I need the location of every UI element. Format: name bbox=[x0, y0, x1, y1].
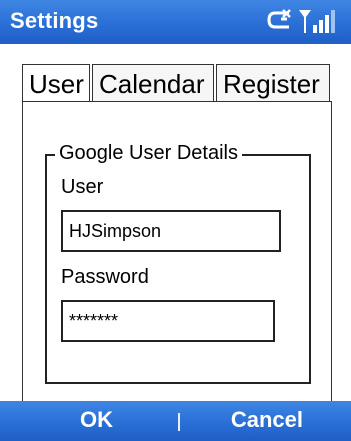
signal-strength-icon bbox=[299, 10, 335, 33]
status-icons bbox=[265, 7, 341, 37]
user-label: User bbox=[61, 176, 104, 198]
tab-strip: User Calendar Register bbox=[22, 64, 332, 102]
tab-register[interactable]: Register bbox=[216, 64, 330, 102]
tab-calendar[interactable]: Calendar bbox=[92, 64, 214, 102]
password-label: Password bbox=[61, 266, 149, 288]
tab-user[interactable]: User bbox=[22, 64, 90, 102]
google-user-details-group: Google User Details User HJSimpson Passw… bbox=[45, 142, 311, 384]
softkey-divider bbox=[178, 413, 180, 431]
user-input[interactable]: HJSimpson bbox=[61, 210, 281, 252]
ok-button[interactable]: OK bbox=[80, 407, 113, 433]
cancel-button[interactable]: Cancel bbox=[231, 407, 303, 433]
window-title: Settings bbox=[10, 8, 99, 33]
password-input[interactable]: ******* bbox=[61, 300, 275, 342]
group-title: Google User Details bbox=[55, 142, 242, 165]
connection-icon bbox=[267, 9, 291, 29]
tab-panel: Google User Details User HJSimpson Passw… bbox=[22, 101, 332, 401]
softkey-bar: OK Cancel bbox=[0, 401, 351, 441]
title-bar: Settings bbox=[0, 0, 351, 44]
